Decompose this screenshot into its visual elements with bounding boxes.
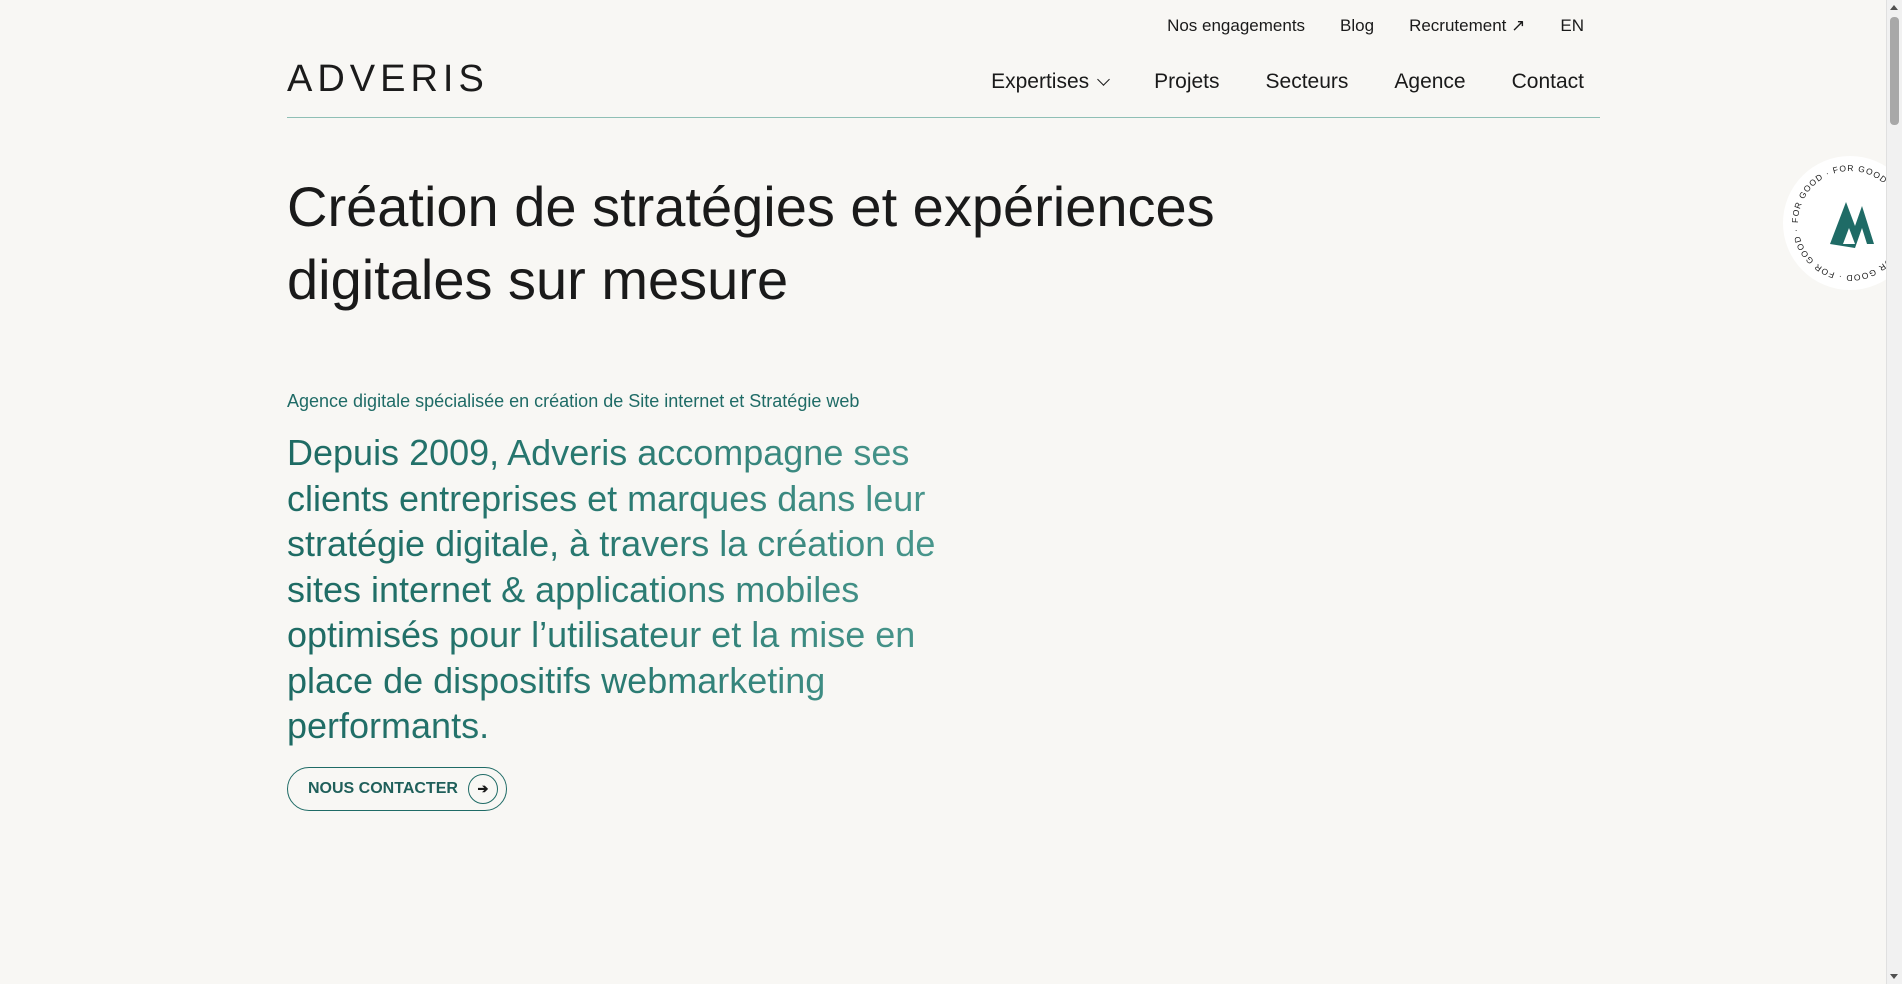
nav-item-projets[interactable]: Projets [1154,70,1219,94]
main-nav: Expertises Projets Secteurs Agence Conta… [991,70,1584,94]
chevron-down-icon [1097,72,1111,86]
hero-title-line: digitales sur mesure [287,248,789,311]
contact-button[interactable]: NOUS CONTACTER ➔ [287,767,507,811]
arrow-right-icon: ➔ [467,774,498,804]
nav-item-contact[interactable]: Contact [1512,70,1584,94]
nav-item-label: Expertises [991,70,1090,93]
for-good-badge[interactable]: FOR GOOD · FOR GOOD · FOR GOOD · FOR GOO… [1783,156,1902,290]
hero-lead: Depuis 2009, Adveris accompagne ses clie… [287,430,947,749]
contact-button-label: NOUS CONTACTER [308,780,458,797]
hero-title-line: Création de stratégies et expériences [287,175,1215,238]
scroll-down-arrow-icon[interactable] [1890,974,1898,979]
scroll-thumb[interactable] [1890,17,1899,125]
nav-item-expertises[interactable]: Expertises [991,70,1111,94]
topbar-link-language[interactable]: EN [1560,16,1584,36]
hero-subtitle: Agence digitale spécialisée en création … [287,391,860,411]
topbar-link-blog[interactable]: Blog [1340,16,1374,36]
utility-nav: Nos engagements Blog Recrutement ↗ EN [1167,16,1584,36]
topbar-link-recrutement[interactable]: Recrutement ↗ [1409,16,1525,36]
page: Nos engagements Blog Recrutement ↗ EN AD… [0,0,1902,984]
nav-item-secteurs[interactable]: Secteurs [1266,70,1349,94]
scroll-up-arrow-icon[interactable] [1890,5,1898,10]
header-divider [287,117,1600,118]
nav-item-agence[interactable]: Agence [1394,70,1465,94]
vertical-scrollbar[interactable] [1886,0,1902,984]
site-logo[interactable]: ADVERIS [287,58,489,101]
topbar-link-engagements[interactable]: Nos engagements [1167,16,1305,36]
hero-title: Création de stratégies et expériences di… [287,170,1387,316]
adveris-mark-icon [1830,202,1874,248]
for-good-badge-graphic: FOR GOOD · FOR GOOD · FOR GOOD · FOR GOO… [1790,163,1902,283]
